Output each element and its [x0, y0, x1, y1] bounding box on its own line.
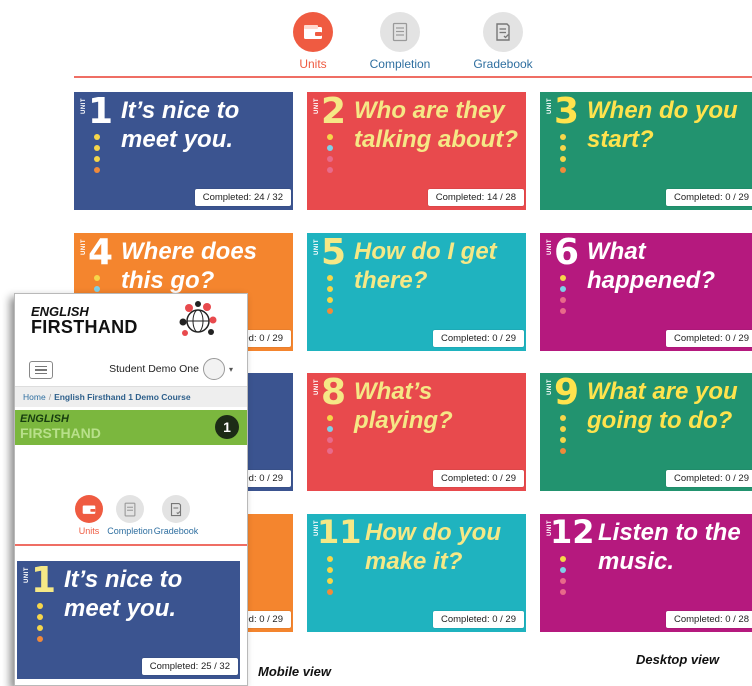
unit-number: 5	[321, 233, 347, 273]
breadcrumb-course[interactable]: English Firsthand 1 Demo Course	[54, 392, 191, 402]
menu-icon[interactable]	[29, 361, 53, 379]
document-icon	[380, 12, 420, 52]
mobile-nav-divider	[15, 544, 247, 546]
unit-dots	[327, 134, 333, 178]
unit-number: 8	[321, 373, 347, 413]
nav-divider	[74, 76, 752, 78]
completion-badge: Completed: 0 / 29	[433, 470, 524, 487]
unit-card-3[interactable]: UNIT 3 When do you start? Completed: 0 / 29	[540, 92, 752, 210]
unit-dots	[560, 134, 566, 178]
globe-icon	[179, 301, 217, 336]
unit-title: Where does this go?	[121, 238, 258, 294]
unit-dots	[327, 556, 333, 600]
unit-label: UNIT	[547, 98, 553, 114]
unit-title: It’s nice to meet you.	[121, 97, 240, 153]
wallet-icon	[75, 495, 103, 523]
banner-level-badge: 1	[215, 415, 239, 439]
unit-label: UNIT	[547, 379, 553, 395]
unit-label: UNIT	[24, 567, 30, 583]
unit-card-6[interactable]: UNIT 6 What happened? Completed: 0 / 29	[540, 233, 752, 351]
banner-line-1: ENGLISH	[20, 413, 69, 425]
tab-gradebook[interactable]: Gradebook	[458, 12, 548, 71]
tab-units[interactable]: Units	[268, 12, 358, 71]
unit-dots	[327, 415, 333, 459]
unit-title: How do you make it?	[365, 519, 501, 575]
mobile-tab-gradebook-label: Gradebook	[153, 526, 199, 536]
user-name: Student Demo One	[109, 363, 199, 375]
completion-badge: Completed: 0 / 29	[433, 611, 524, 628]
unit-title: Who are they talking about?	[354, 97, 518, 153]
chevron-down-icon: ▾	[228, 364, 233, 374]
unit-dots	[560, 556, 566, 600]
completion-badge: Completed: 0 / 28	[666, 611, 752, 628]
unit-number: 1	[88, 92, 114, 132]
course-banner: ENGLISH FIRSTHAND 1	[15, 410, 247, 445]
desktop-view-caption: Desktop view	[636, 652, 720, 667]
unit-card-11[interactable]: UNIT 11 How do you make it? Completed: 0 / …	[307, 514, 526, 632]
wallet-icon	[293, 12, 333, 52]
gradebook-icon	[483, 12, 523, 52]
unit-number: 4	[88, 233, 114, 273]
completion-badge: Completed: 0 / 29	[666, 470, 752, 487]
unit-label: UNIT	[81, 239, 87, 255]
unit-number: 12	[550, 514, 595, 551]
unit-label: UNIT	[314, 379, 320, 395]
breadcrumb: Home / English Firsthand 1 Demo Course	[15, 387, 247, 407]
unit-dots	[94, 134, 100, 178]
tab-units-label: Units	[299, 57, 327, 71]
completion-badge: Completed: 0 / 29	[666, 330, 752, 347]
completion-badge: Completed: 0 / 29	[666, 189, 752, 206]
completion-badge: Completed: 24 / 32	[194, 189, 291, 206]
course-nav: Units Completion Gradebook	[0, 0, 752, 80]
unit-number: 11	[317, 514, 362, 551]
breadcrumb-home[interactable]: Home	[23, 392, 46, 402]
unit-dots	[560, 415, 566, 459]
banner-line-2: FIRSTHAND	[20, 425, 101, 441]
logo-line-2: FIRSTHAND	[31, 317, 138, 337]
unit-title: How do I get there?	[354, 238, 497, 294]
unit-card-5[interactable]: UNIT 5 How do I get there? Completed: 0 / 2…	[307, 233, 526, 351]
unit-dots	[327, 275, 333, 319]
tab-gradebook-label: Gradebook	[473, 57, 533, 71]
unit-label: UNIT	[81, 98, 87, 114]
avatar	[202, 358, 225, 380]
unit-title: It’s nice to meet you.	[64, 566, 183, 622]
mobile-tab-completion-label: Completion	[107, 526, 153, 536]
document-icon	[116, 495, 144, 523]
unit-dots	[37, 603, 43, 647]
tab-completion[interactable]: Completion	[355, 12, 445, 71]
unit-label: UNIT	[314, 239, 320, 255]
unit-number: 6	[554, 233, 580, 273]
unit-card-12[interactable]: UNIT 12 Listen to the music. Completed: 0 /…	[540, 514, 752, 632]
mobile-view-caption: Mobile view	[258, 664, 331, 679]
unit-card-9[interactable]: UNIT 9 What are you going to do? Completed:…	[540, 373, 752, 491]
user-menu[interactable]: Student Demo One ▾	[109, 358, 233, 380]
unit-card-2[interactable]: UNIT 2 Who are they talking about? Complete…	[307, 92, 526, 210]
unit-title: What are you going to do?	[587, 378, 738, 434]
unit-dots	[560, 275, 566, 319]
unit-number: 3	[554, 92, 580, 132]
tab-completion-label: Completion	[369, 57, 431, 71]
unit-number: 9	[554, 373, 580, 413]
gradebook-icon	[162, 495, 190, 523]
unit-number: 2	[321, 92, 347, 132]
unit-title: Listen to the music.	[598, 519, 741, 575]
unit-number: 1	[31, 561, 57, 601]
unit-label: UNIT	[314, 98, 320, 114]
mobile-tab-completion[interactable]: Completion	[104, 495, 156, 536]
completion-badge: Completed: 0 / 29	[433, 330, 524, 347]
unit-title: When do you start?	[587, 97, 738, 153]
mobile-view: ENGLISH FIRSTHAND Student Demo One ▾ Hom…	[14, 293, 248, 686]
unit-title: What happened?	[587, 238, 716, 294]
unit-card-1[interactable]: UNIT 1 It’s nice to meet you. Completed: 24…	[74, 92, 293, 210]
mobile-unit-card-1[interactable]: UNIT 1 It’s nice to meet you. Completed:…	[17, 561, 240, 679]
english-firsthand-logo: ENGLISH FIRSTHAND	[31, 305, 138, 336]
unit-title: What’s playing?	[354, 378, 453, 434]
completion-badge: Completed: 14 / 28	[427, 189, 524, 206]
completion-badge: Completed: 25 / 32	[141, 658, 238, 675]
unit-label: UNIT	[547, 239, 553, 255]
mobile-tab-gradebook[interactable]: Gradebook	[150, 495, 202, 536]
unit-card-8[interactable]: UNIT 8 What’s playing? Completed: 0 / 29	[307, 373, 526, 491]
